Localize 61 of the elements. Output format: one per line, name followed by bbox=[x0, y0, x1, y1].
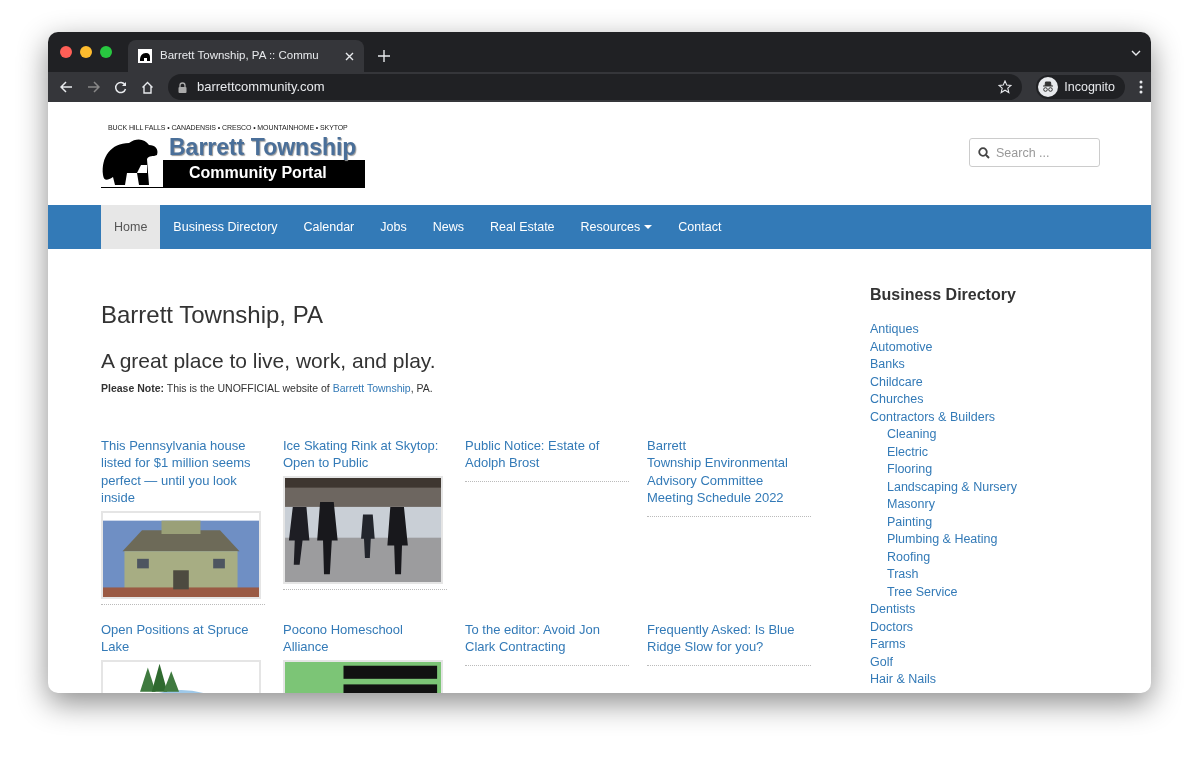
article-link[interactable]: Barrett Township Environmental Advisory Committee Meeting Schedule 2022 bbox=[647, 436, 811, 507]
search-field[interactable]: Search ... bbox=[969, 138, 1100, 167]
browser-tab[interactable]: Barrett Township, PA :: Commu bbox=[128, 40, 364, 72]
directory-link[interactable]: Hair & Nails bbox=[870, 672, 936, 687]
close-window-button[interactable] bbox=[60, 46, 72, 58]
directory-link[interactable]: Doctors bbox=[870, 619, 914, 634]
article-link[interactable]: This Pennsylvania house listed for $1 million seems perfect — until you look inside bbox=[101, 436, 265, 507]
directory-link[interactable]: Masonry bbox=[887, 497, 935, 512]
directory-link[interactable]: Tree Service bbox=[887, 584, 958, 599]
article-link[interactable]: To the editor: Avoid Jon Clark Contracting bbox=[465, 620, 629, 656]
nav-link[interactable]: Resources bbox=[567, 205, 666, 249]
sidebar-heading: Business Directory bbox=[870, 285, 1017, 305]
directory-link[interactable]: Electric bbox=[887, 444, 928, 459]
nav-link[interactable]: Real Estate bbox=[476, 205, 568, 249]
reload-icon[interactable] bbox=[114, 80, 127, 94]
directory-link[interactable]: Flooring bbox=[887, 462, 933, 477]
minimize-window-button[interactable] bbox=[80, 46, 92, 58]
tab-list-chevron-icon[interactable] bbox=[1131, 50, 1141, 56]
directory-link[interactable]: Landscaping & Nursery bbox=[887, 479, 1017, 494]
township-link[interactable]: Barrett Township bbox=[332, 382, 411, 394]
nav-link[interactable]: Contact bbox=[665, 205, 735, 249]
nav-link[interactable]: Home bbox=[101, 205, 161, 249]
notice-text: Please Note: This is the UNOFFICIAL website of Barrett Township, PA. bbox=[101, 381, 434, 396]
directory-link[interactable]: Trash bbox=[887, 567, 919, 582]
directory-link[interactable]: Plumbing & Heating bbox=[887, 532, 998, 547]
nav-link[interactable]: News bbox=[419, 205, 477, 249]
back-arrow-icon[interactable] bbox=[60, 81, 73, 93]
home-icon[interactable] bbox=[141, 80, 154, 94]
incognito-icon bbox=[1038, 77, 1059, 97]
forward-arrow-icon[interactable] bbox=[87, 81, 100, 93]
maximize-window-button[interactable] bbox=[100, 46, 112, 58]
article-link[interactable]: Ice Skating Rink at Skytop: Open to Public bbox=[283, 436, 447, 472]
directory-link[interactable]: Golf bbox=[870, 654, 893, 669]
directory-link[interactable]: Contractors & Builders bbox=[870, 409, 996, 424]
menu-dots-icon[interactable] bbox=[1139, 80, 1143, 94]
directory-link[interactable]: Dentists bbox=[870, 602, 916, 617]
directory-link[interactable]: Cleaning bbox=[887, 427, 937, 442]
nav-link[interactable]: Business Directory bbox=[160, 205, 291, 249]
directory-link[interactable]: Antiques bbox=[870, 322, 919, 337]
article-link[interactable]: Open Positions at Spruce Lake bbox=[101, 620, 265, 656]
nav-link[interactable]: Jobs bbox=[367, 205, 420, 249]
article-link[interactable]: Pocono Homeschool Alliance bbox=[283, 620, 447, 656]
new-tab-icon[interactable] bbox=[378, 50, 390, 62]
nav-link[interactable]: Calendar bbox=[290, 205, 368, 249]
lock-icon bbox=[178, 81, 187, 93]
directory-link[interactable]: Childcare bbox=[870, 374, 923, 389]
bear-favicon-icon bbox=[138, 49, 152, 63]
directory-link[interactable]: Banks bbox=[870, 357, 905, 372]
article-link[interactable]: Frequently Asked: Is Blue Ridge Slow for you? bbox=[647, 620, 811, 656]
incognito-profile-button[interactable]: Incognito bbox=[1036, 75, 1125, 99]
address-bar[interactable]: barrettcommunity.com bbox=[168, 74, 1023, 100]
page-subtitle: A great place to live, work, and play. bbox=[101, 347, 437, 373]
directory-link[interactable]: Farms bbox=[870, 637, 906, 652]
directory-link[interactable]: Automotive bbox=[870, 339, 933, 354]
bookmark-star-icon[interactable] bbox=[998, 80, 1013, 94]
directory-link[interactable]: Churches bbox=[870, 392, 924, 407]
close-tab-icon[interactable] bbox=[345, 51, 354, 61]
page-title: Barrett Township, PA bbox=[101, 301, 324, 330]
directory-link[interactable]: Roofing bbox=[887, 549, 931, 564]
directory-link[interactable]: Painting bbox=[887, 514, 933, 529]
article-link[interactable]: Public Notice: Estate of Adolph Brost bbox=[465, 436, 629, 472]
